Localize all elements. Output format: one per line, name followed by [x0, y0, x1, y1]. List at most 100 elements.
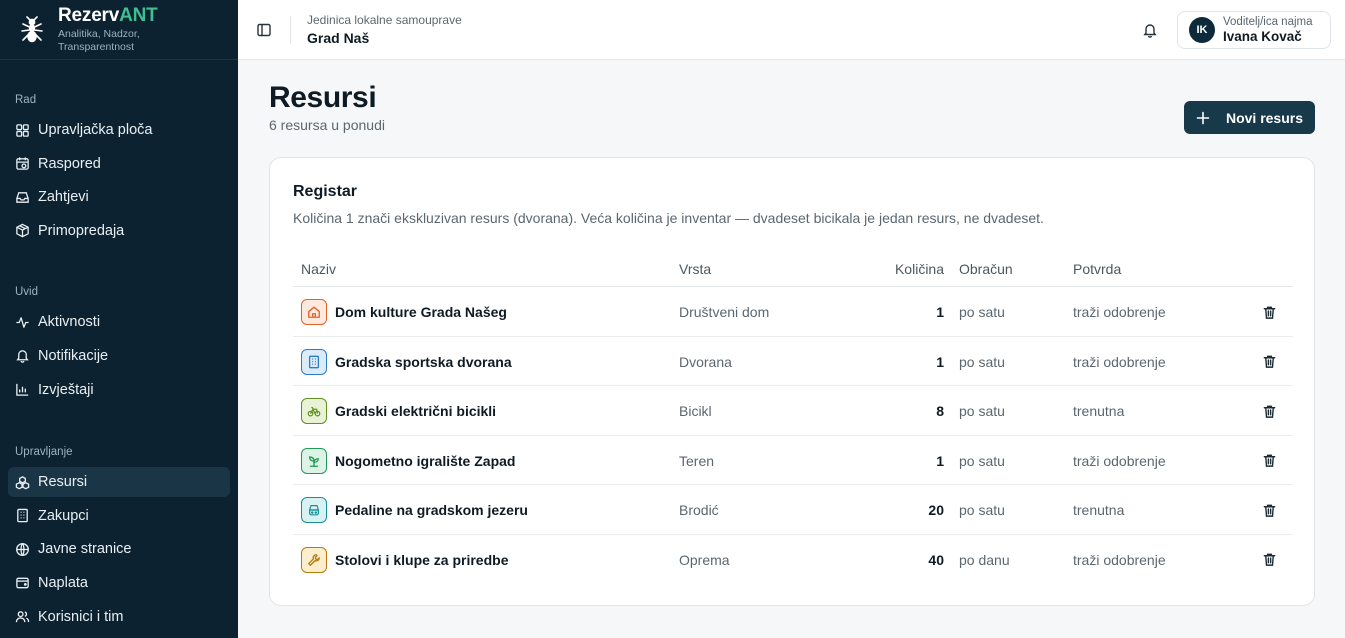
- resource-confirmation: traži odobrenje: [1073, 452, 1166, 469]
- card-description: Količina 1 znači ekskluzivan resurs (dvo…: [293, 210, 1044, 226]
- table-row[interactable]: Nogometno igralište Zapad Teren 1 po sat…: [293, 436, 1293, 485]
- resource-quantity: 1: [936, 353, 944, 370]
- sidebar-item-handover[interactable]: Primopredaja: [8, 216, 230, 246]
- sidebar-item-schedule[interactable]: Raspored: [8, 149, 230, 179]
- resource-confirmation: traži odobrenje: [1073, 551, 1166, 568]
- resource-quantity: 1: [936, 452, 944, 469]
- resource-confirmation: trenutna: [1073, 502, 1125, 518]
- resource-icon-badge: [301, 546, 327, 573]
- resource-icon-badge: [301, 398, 327, 424]
- column-header-confirmation: Potvrda: [1073, 261, 1122, 277]
- delete-resource-button[interactable]: [1259, 401, 1279, 421]
- sidebar-item-billing[interactable]: Naplata: [8, 568, 230, 598]
- register-card: Registar Količina 1 znači ekskluzivan re…: [269, 157, 1315, 606]
- resource-type: Teren: [679, 452, 715, 469]
- resource-quantity: 8: [936, 403, 944, 419]
- table-row[interactable]: Stolovi i klupe za priredbe Oprema 40 po…: [293, 535, 1293, 585]
- trash-icon: [1263, 504, 1275, 517]
- trash-icon: [1263, 405, 1275, 418]
- sidebar-item-label: Notifikacije: [38, 347, 109, 364]
- delete-resource-button[interactable]: [1259, 352, 1279, 372]
- resource-billing: po satu: [959, 452, 1005, 469]
- sidebar-item-label: Zahtjevi: [38, 189, 89, 206]
- new-resource-button[interactable]: Novi resurs: [1184, 101, 1315, 134]
- nav-section-rad: Rad Upravljačka ploča Raspored Zahtjevi …: [0, 90, 238, 246]
- table-row[interactable]: Pedaline na gradskom jezeru Brodić 20 po…: [293, 485, 1293, 535]
- user-menu[interactable]: IK Voditelj/ica najma Ivana Kovač: [1177, 11, 1331, 49]
- calendar-clock-icon: [16, 157, 29, 170]
- bell-icon: [16, 350, 29, 364]
- sidebar-item-label: Izvještaji: [38, 381, 94, 398]
- wrench-icon: [308, 553, 320, 566]
- page-title: Resursi: [269, 81, 377, 114]
- brand[interactable]: RezervANT Analitika, Nadzor, Transparent…: [0, 0, 238, 60]
- table-row[interactable]: Gradska sportska dvorana Dvorana 1 po sa…: [293, 337, 1293, 386]
- user-role: Voditelj/ica najma: [1223, 15, 1313, 28]
- sidebar-item-public-pages[interactable]: Javne stranice: [8, 534, 230, 564]
- panel-left-icon: [257, 23, 271, 36]
- activity-pulse-icon: [16, 317, 29, 328]
- trash-icon: [1263, 454, 1275, 467]
- resource-confirmation: trenutna: [1073, 403, 1125, 419]
- sidebar-item-label: Aktivnosti: [38, 314, 101, 331]
- brand-name: RezervANT: [58, 4, 158, 26]
- inbox-icon: [16, 191, 29, 203]
- delete-resource-button[interactable]: [1259, 500, 1279, 520]
- resource-name: Stolovi i klupe za priredbe: [335, 551, 509, 568]
- resource-quantity: 20: [928, 502, 944, 518]
- sidebar-item-reports[interactable]: Izvještaji: [8, 375, 230, 405]
- building-icon: [308, 355, 320, 368]
- table-row[interactable]: Gradski električni bicikli Bicikl 8 po s…: [293, 386, 1293, 436]
- sidebar-item-label: Naplata: [38, 574, 88, 591]
- table-header: Naziv Vrsta Količina Obračun Potvrda: [293, 251, 1293, 287]
- notifications-button[interactable]: [1137, 17, 1163, 43]
- ant-logo-icon: [21, 15, 43, 42]
- resource-type: Dvorana: [679, 353, 732, 370]
- sidebar-toggle-button[interactable]: [250, 16, 278, 44]
- resource-confirmation: traži odobrenje: [1073, 353, 1166, 370]
- sidebar-item-resources[interactable]: Resursi: [8, 467, 230, 498]
- resource-quantity: 40: [928, 551, 944, 568]
- context-value: Grad Naš: [307, 29, 370, 46]
- header-divider: [290, 15, 291, 44]
- sidebar-item-label: Korisnici i tim: [38, 608, 124, 625]
- resource-name-cell: Gradski električni bicikli: [301, 398, 496, 424]
- tenant-context: Jedinica lokalne samouprave Grad Naš: [307, 13, 462, 47]
- resource-type: Bicikl: [679, 403, 712, 419]
- resource-name: Pedaline na gradskom jezeru: [335, 502, 528, 518]
- resource-name-cell: Nogometno igralište Zapad: [301, 447, 515, 474]
- sidebar-item-label: Upravljačka ploča: [38, 122, 153, 138]
- column-header-name: Naziv: [301, 261, 337, 277]
- resource-name-cell: Gradska sportska dvorana: [301, 348, 512, 375]
- resource-billing: po satu: [959, 304, 1005, 320]
- resource-icon-badge: [301, 447, 327, 474]
- table-row[interactable]: Dom kulture Grada Našeg Društveni dom 1 …: [293, 287, 1293, 337]
- column-header-quantity: Količina: [894, 261, 944, 277]
- resource-confirmation: traži odobrenje: [1073, 304, 1166, 320]
- sidebar-item-users-team[interactable]: Korisnici i tim: [8, 602, 230, 632]
- column-header-type: Vrsta: [679, 261, 712, 277]
- delete-resource-button[interactable]: [1259, 550, 1279, 570]
- delete-resource-button[interactable]: [1259, 451, 1279, 471]
- resource-icon-badge: [301, 348, 327, 375]
- sidebar-item-label: Raspored: [38, 155, 101, 172]
- resource-quantity: 1: [936, 304, 944, 320]
- delete-resource-button[interactable]: [1259, 302, 1279, 322]
- resource-icon-badge: [301, 299, 327, 325]
- resource-billing: po satu: [959, 353, 1005, 370]
- sidebar-item-notifications[interactable]: Notifikacije: [8, 341, 230, 371]
- sidebar-item-activity[interactable]: Aktivnosti: [8, 307, 230, 337]
- column-header-billing: Obračun: [959, 261, 1013, 277]
- sidebar-item-label: Zakupci: [38, 507, 89, 524]
- sidebar-item-requests[interactable]: Zahtjevi: [8, 182, 230, 212]
- users-icon: [15, 611, 30, 623]
- sidebar-item-label: Javne stranice: [38, 541, 132, 558]
- sidebar-item-label: Resursi: [38, 474, 88, 491]
- sidebar-item-dashboard[interactable]: Upravljačka ploča: [8, 115, 230, 145]
- sidebar-item-tenants[interactable]: Zakupci: [8, 501, 230, 531]
- globe-icon: [16, 542, 29, 556]
- boxes-icon: [15, 475, 30, 490]
- bell-icon: [1143, 24, 1157, 38]
- new-resource-label: Novi resurs: [1225, 109, 1304, 126]
- top-header: Jedinica lokalne samouprave Grad Naš IK …: [238, 0, 1345, 60]
